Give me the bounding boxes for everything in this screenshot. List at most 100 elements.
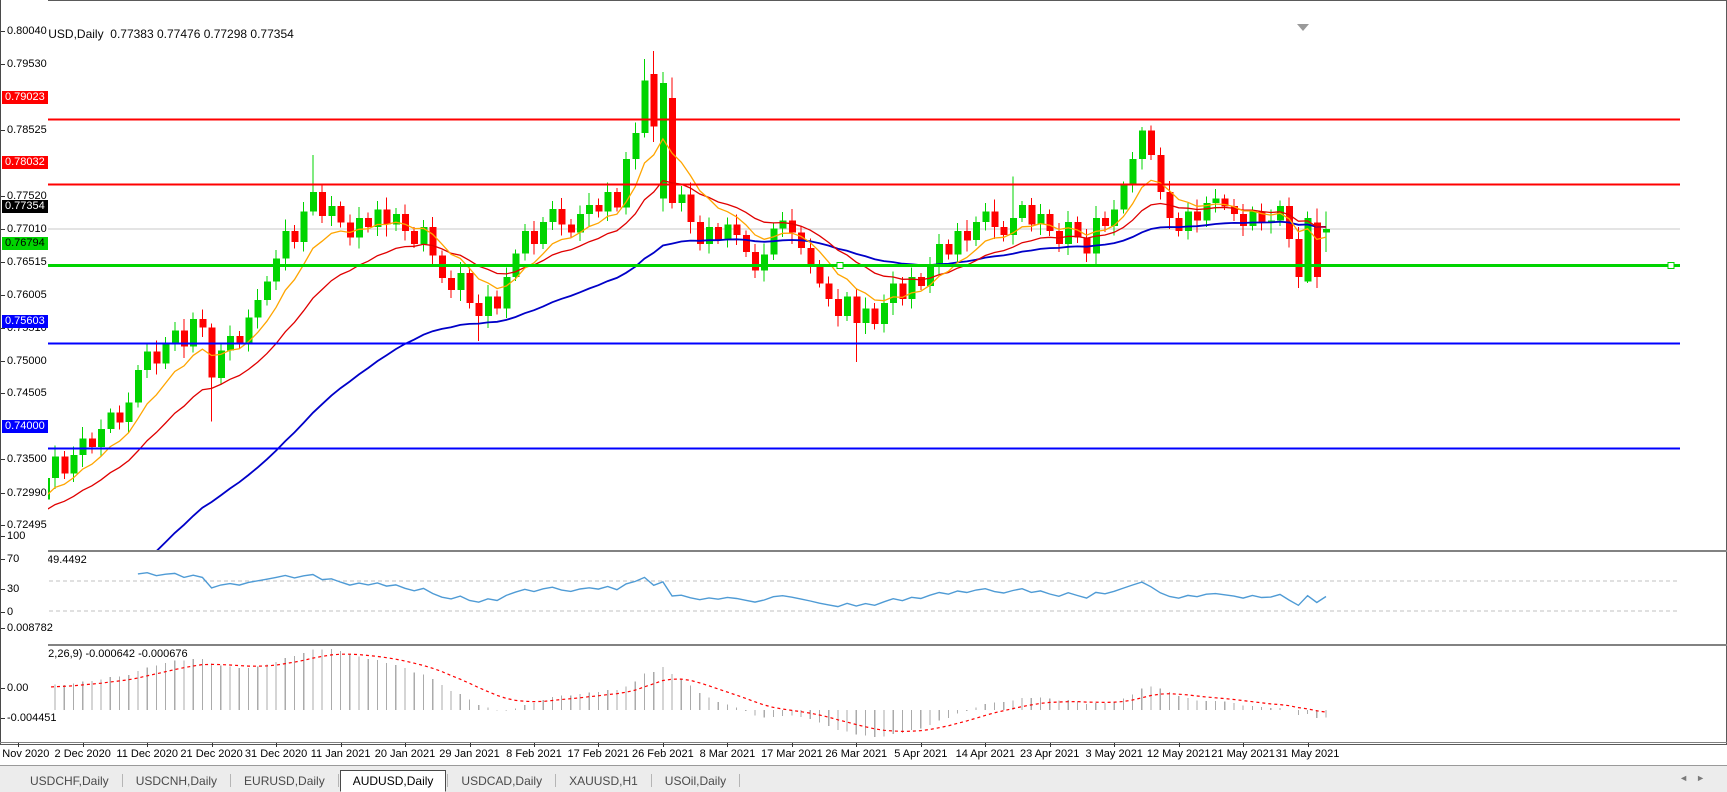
price-axis[interactable]: 0.800400.795300.785250.775200.770100.765… [0,0,48,742]
tab-scroll-arrows: ◄► [1679,773,1713,783]
rsi-scale-label: 30 [7,583,19,595]
date-tick [663,743,664,747]
rsi-scale-tick [1,559,5,560]
tab-scroll-left-icon[interactable]: ◄ [1679,773,1696,783]
price-tick [1,262,5,263]
tab-separator [555,774,556,787]
price-tick [1,361,5,362]
date-tick [212,743,213,747]
date-tick [18,743,19,747]
date-tick [985,743,986,747]
macd-scale-tick [1,718,5,719]
price-tick [1,393,5,394]
date-axis-label: 20 Jan 2021 [375,748,436,760]
tab-scroll-right-icon[interactable]: ► [1696,773,1713,783]
price-axis-label: 0.79530 [7,58,47,70]
macd-scale-tick [1,688,5,689]
ohlc-values: 0.77383 0.77476 0.77298 0.77354 [110,27,294,41]
price-axis-label: 0.75000 [7,355,47,367]
rsi-scale-label: 0 [7,606,13,618]
tab-separator [338,774,339,787]
macd-panel-splitter[interactable] [0,644,1727,646]
chart-tab-bar: USDCHF,DailyUSDCNH,DailyEURUSD,DailyAUDU… [0,765,1727,792]
date-tick [341,743,342,747]
date-tick [470,743,471,747]
price-tick [1,130,5,131]
macd-scale-tick [1,628,5,629]
chart-tab-usoil[interactable]: USOil,Daily [653,771,738,791]
date-axis-label: 3 May 2021 [1085,748,1142,760]
date-tick [1114,743,1115,747]
rsi-line [138,573,1326,607]
date-axis-label: 11 Dec 2020 [116,748,178,760]
line-price-label: 0.75603 [2,315,48,328]
price-axis-label: 0.77010 [7,223,47,235]
price-tick [1,196,5,197]
line-selection-handle[interactable] [837,263,843,269]
tab-separator [447,774,448,787]
price-tick [1,64,5,65]
line-price-label: 0.79023 [2,91,48,104]
date-axis-label: 23 Nov 2020 [0,748,49,760]
price-axis-label: 0.72990 [7,487,47,499]
tab-separator [230,774,231,787]
price-tick [1,525,5,526]
metatrader-window: { "toolbar": { "tools": [ {"name": "expe… [0,0,1727,791]
main-price-chart[interactable] [0,22,1680,551]
rsi-scale-tick [1,589,5,590]
rsi-indicator-panel[interactable] [0,551,1680,645]
date-axis-label: 17 Feb 2021 [568,748,630,760]
date-tick [1243,743,1244,747]
macd-scale-label: -0.004451 [7,712,57,724]
chart-tab-usdcad[interactable]: USDCAD,Daily [449,771,554,791]
price-tick [1,229,5,230]
rsi-scale-tick [1,612,5,613]
date-axis-label: 11 Jan 2021 [311,748,371,760]
chart-tab-xauusd[interactable]: XAUUSD,H1 [557,771,650,791]
macd-signal-line [9,654,1326,731]
date-tick [405,743,406,747]
line-price-label: 0.76794 [2,237,48,250]
tab-separator [739,774,740,787]
date-tick [276,743,277,747]
date-axis-label: 21 Dec 2020 [180,748,242,760]
chart-shift-marker[interactable] [1297,24,1309,31]
price-axis-label: 0.73500 [7,453,47,465]
date-tick [83,743,84,747]
rsi-panel-splitter[interactable] [0,550,1727,552]
date-axis-label: 29 Jan 2021 [439,748,500,760]
date-tick [727,743,728,747]
date-axis-label: 17 Mar 2021 [761,748,823,760]
date-tick [1308,743,1309,747]
chart-tab-audusd[interactable]: AUDUSD,Daily [340,770,447,792]
date-axis-label: 26 Feb 2021 [632,748,694,760]
price-tick [1,31,5,32]
rsi-scale-tick [1,536,5,537]
rsi-scale-label: 100 [7,530,25,542]
price-axis-label: 0.76005 [7,289,47,301]
date-axis-label: 31 May 2021 [1276,748,1340,760]
price-tick [1,295,5,296]
tab-separator [651,774,652,787]
chart-tabs: USDCHF,DailyUSDCNH,DailyEURUSD,DailyAUDU… [18,769,741,791]
macd-indicator-panel[interactable] [0,645,1680,742]
line-price-label: 0.74000 [2,420,48,433]
date-tick [792,743,793,747]
date-axis-label: 8 Feb 2021 [506,748,562,760]
chart-tab-usdcnh[interactable]: USDCNH,Daily [124,771,229,791]
price-tick [1,459,5,460]
date-tick [921,743,922,747]
date-tick [1050,743,1051,747]
macd-scale-label: 0.00 [7,682,28,694]
date-tick [1179,743,1180,747]
price-axis-label: 0.80040 [7,25,47,37]
chart-tab-eurusd[interactable]: EURUSD,Daily [232,771,337,791]
line-selection-handle[interactable] [1668,263,1674,269]
line-price-label: 0.78032 [2,156,48,169]
tab-separator [122,774,123,787]
price-axis-label: 0.76515 [7,256,47,268]
macd-scale-label: 0.008782 [7,622,53,634]
chart-tab-usdchf[interactable]: USDCHF,Daily [18,771,121,791]
date-tick [534,743,535,747]
price-tick [1,493,5,494]
